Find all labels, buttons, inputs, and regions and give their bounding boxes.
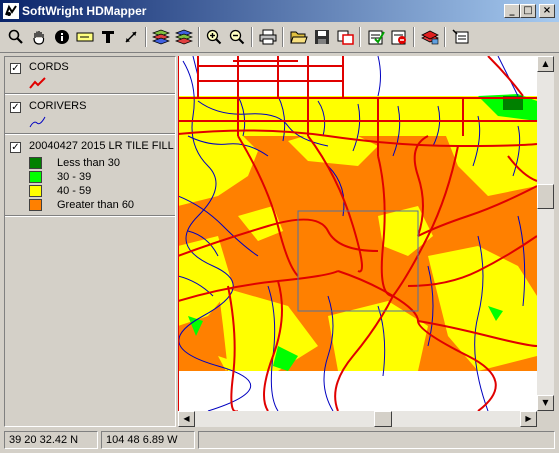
layers-icon[interactable] [149, 26, 172, 48]
zoom-in-icon[interactable] [202, 26, 225, 48]
toolbar [0, 22, 559, 53]
road-symbol-icon [29, 77, 46, 89]
add-layer-icon[interactable] [418, 26, 441, 48]
scroll-corner [537, 411, 554, 427]
map-canvas[interactable] [178, 56, 537, 411]
legend-divider [5, 133, 175, 135]
range-label: Greater than 60 [57, 199, 135, 211]
layer-name: CORDS [29, 61, 69, 73]
scroll-up-button[interactable]: ▲ [537, 56, 554, 72]
window-title: SoftWright HDMapper [22, 4, 147, 18]
info-icon[interactable] [50, 26, 73, 48]
range-swatch [29, 185, 42, 197]
legend-divider [5, 93, 175, 95]
close-button[interactable]: × [539, 4, 555, 18]
range-label: 40 - 59 [57, 185, 92, 197]
vertical-scrollbar[interactable]: ▲ ▼ [537, 56, 554, 411]
about-icon[interactable] [449, 26, 472, 48]
toolbar-separator [198, 27, 200, 47]
maximize-button[interactable]: □ [520, 4, 536, 18]
status-bar: 39 20 32.42 N 104 48 6.89 W [0, 429, 559, 453]
text-icon[interactable] [96, 26, 119, 48]
toolbar-separator [444, 27, 446, 47]
measure-icon[interactable] [119, 26, 142, 48]
vertical-scroll-thumb[interactable] [537, 184, 554, 209]
legend-divider [5, 215, 175, 217]
minimize-button[interactable]: _ [504, 4, 520, 18]
label-icon[interactable] [73, 26, 96, 48]
zoom-out-icon[interactable] [225, 26, 248, 48]
layer-name: CORIVERS [29, 100, 87, 112]
range-swatch [29, 157, 42, 169]
open-folder-icon[interactable] [287, 26, 310, 48]
scroll-right-button[interactable]: ▶ [520, 411, 537, 427]
scroll-left-button[interactable]: ◀ [178, 411, 195, 427]
longitude-readout: 104 48 6.89 W [101, 431, 195, 449]
toolbar-separator [282, 27, 284, 47]
title-bar: SoftWright HDMapper _ □ × [0, 0, 559, 22]
app-icon [3, 3, 19, 19]
toolbar-separator [251, 27, 253, 47]
export-icon[interactable] [333, 26, 356, 48]
range-swatch [29, 171, 42, 183]
save-icon[interactable] [310, 26, 333, 48]
scroll-down-button[interactable]: ▼ [537, 395, 554, 411]
legend-panel: ✓ CORDS ✓ CORIVERS ✓ 20040427 2015 LR TI… [4, 56, 176, 427]
layer-cords-checkbox[interactable]: ✓ [10, 63, 21, 74]
toolbar-separator [359, 27, 361, 47]
print-icon[interactable] [256, 26, 279, 48]
map-view[interactable] [178, 56, 537, 411]
toolbar-separator [413, 27, 415, 47]
horizontal-scroll-thumb[interactable] [374, 411, 392, 427]
layers-alt-icon[interactable] [172, 26, 195, 48]
latitude-readout: 39 20 32.42 N [4, 431, 98, 449]
hand-pan-icon[interactable] [27, 26, 50, 48]
river-symbol-icon [29, 116, 46, 128]
toolbar-separator [145, 27, 147, 47]
range-swatch [29, 199, 42, 211]
horizontal-scrollbar[interactable]: ◀ ▶ [178, 411, 537, 427]
layer-tile-fill-checkbox[interactable]: ✓ [10, 142, 21, 153]
properties-icon[interactable] [364, 26, 387, 48]
layer-name: 20040427 2015 LR TILE FILL I [29, 140, 176, 152]
status-panel-empty [198, 431, 555, 449]
range-label: Less than 30 [57, 157, 120, 169]
zoom-select-icon[interactable] [4, 26, 27, 48]
remove-layer-icon[interactable] [387, 26, 410, 48]
range-label: 30 - 39 [57, 171, 92, 183]
layer-corivers-checkbox[interactable]: ✓ [10, 102, 21, 113]
